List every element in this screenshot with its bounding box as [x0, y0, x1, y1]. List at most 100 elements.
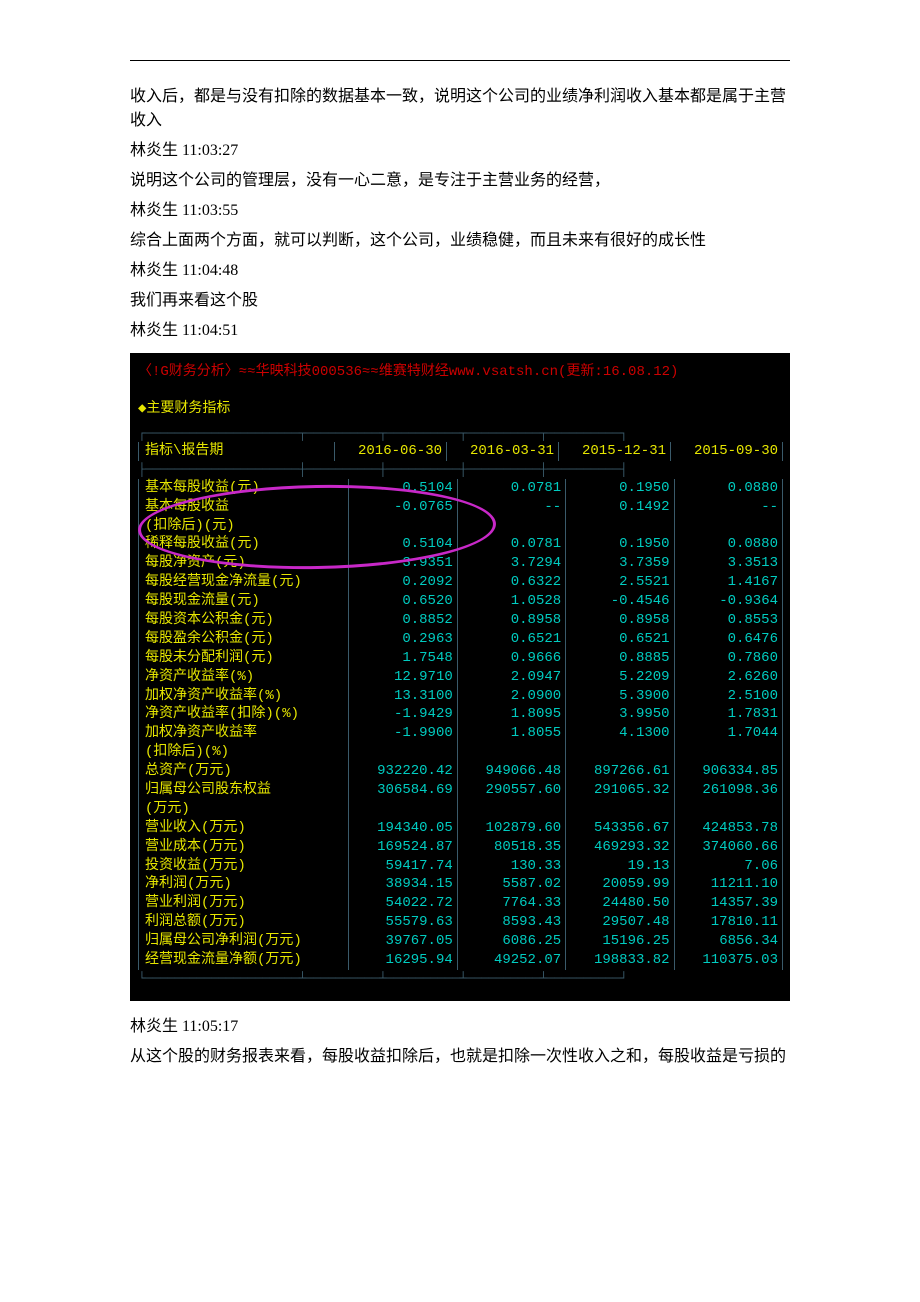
row-label: 总资产(万元) [139, 762, 349, 781]
header-label: 指标\报告期 [139, 442, 335, 461]
row-sub-label: (扣除后)(%) [139, 743, 349, 762]
table-divider: ├─────────────────────┼──────────┼──────… [138, 461, 782, 479]
chat-line: 林炎生 11:04:48 [130, 259, 790, 283]
row-label: 净利润(万元) [139, 875, 349, 894]
period-2: 2016-03-31 [447, 442, 559, 461]
table-row: 加权净资产收益率(%)13.31002.09005.39002.5100 [139, 687, 783, 706]
row-value: 39767.05 [349, 932, 457, 951]
row-value: 0.1950 [566, 479, 674, 498]
table-row: 投资收益(万元)59417.74130.3319.137.06 [139, 857, 783, 876]
row-value: 0.6322 [457, 573, 565, 592]
row-value: 29507.48 [566, 913, 674, 932]
period-4: 2015-09-30 [671, 442, 783, 461]
table-row: 利润总额(万元)55579.638593.4329507.4817810.11 [139, 913, 783, 932]
row-value-empty [457, 517, 565, 536]
row-value: 897266.61 [566, 762, 674, 781]
row-value: 1.8095 [457, 705, 565, 724]
row-value: 6086.25 [457, 932, 565, 951]
row-value: 59417.74 [349, 857, 457, 876]
row-value: 469293.32 [566, 838, 674, 857]
table-row: 净资产收益率(%)12.97102.09475.22092.6260 [139, 668, 783, 687]
table-row: 归属母公司净利润(万元)39767.056086.2515196.256856.… [139, 932, 783, 951]
row-label: 营业收入(万元) [139, 819, 349, 838]
table-row: 加权净资产收益率-1.99001.80554.13001.7044 [139, 724, 783, 743]
row-value: 290557.60 [457, 781, 565, 800]
row-value: 24480.50 [566, 894, 674, 913]
row-label: 营业成本(万元) [139, 838, 349, 857]
row-value: 6856.34 [674, 932, 782, 951]
row-value-empty [674, 800, 782, 819]
table-row: 基本每股收益(元)0.51040.07810.19500.0880 [139, 479, 783, 498]
row-label: 稀释每股收益(元) [139, 535, 349, 554]
row-label: 净资产收益率(扣除)(%) [139, 705, 349, 724]
row-value: 0.5104 [349, 535, 457, 554]
row-value: 16295.94 [349, 951, 457, 970]
table-row: 每股资本公积金(元)0.88520.89580.89580.8553 [139, 611, 783, 630]
chat-line: 从这个股的财务报表来看，每股收益扣除后，也就是扣除一次性收入之和，每股收益是亏损… [130, 1045, 790, 1069]
row-value: 54022.72 [349, 894, 457, 913]
row-value: 20059.99 [566, 875, 674, 894]
row-value: 0.6476 [674, 630, 782, 649]
row-value: 1.7831 [674, 705, 782, 724]
row-value: 4.1300 [566, 724, 674, 743]
table-row: 净资产收益率(扣除)(%)-1.94291.80953.99501.7831 [139, 705, 783, 724]
table-divider: └─────────────────────┴──────────┴──────… [138, 970, 782, 988]
horizontal-rule [130, 60, 790, 61]
row-label: 基本每股收益 [139, 498, 349, 517]
row-value: 291065.32 [566, 781, 674, 800]
row-label: 归属母公司净利润(万元) [139, 932, 349, 951]
row-value: 2.0947 [457, 668, 565, 687]
row-value: 2.6260 [674, 668, 782, 687]
row-value-empty [457, 743, 565, 762]
table-row-sub: (扣除后)(元) [139, 517, 783, 536]
row-label: 归属母公司股东权益 [139, 781, 349, 800]
chat-line: 林炎生 11:05:17 [130, 1015, 790, 1039]
row-value: 3.9351 [349, 554, 457, 573]
table-row: 每股经营现金净流量(元)0.20920.63222.55211.4167 [139, 573, 783, 592]
chat-line: 林炎生 11:04:51 [130, 319, 790, 343]
row-value: 0.1492 [566, 498, 674, 517]
row-value: 7764.33 [457, 894, 565, 913]
row-value: 5.3900 [566, 687, 674, 706]
row-value: 0.6521 [566, 630, 674, 649]
table-row: 营业收入(万元)194340.05102879.60543356.6742485… [139, 819, 783, 838]
row-value: 7.06 [674, 857, 782, 876]
row-value: 110375.03 [674, 951, 782, 970]
row-label: 净资产收益率(%) [139, 668, 349, 687]
row-value: 15196.25 [566, 932, 674, 951]
financial-terminal-panel: 〈!G财务分析〉≈≈华映科技000536≈≈维赛特财经www.vsatsh.cn… [130, 353, 790, 1001]
row-value: 0.8958 [566, 611, 674, 630]
row-value: 38934.15 [349, 875, 457, 894]
row-value: 374060.66 [674, 838, 782, 857]
row-value: 932220.42 [349, 762, 457, 781]
row-value: 0.8958 [457, 611, 565, 630]
row-value: 1.7548 [349, 649, 457, 668]
row-value: 169524.87 [349, 838, 457, 857]
row-value: 3.9950 [566, 705, 674, 724]
table-row: 基本每股收益-0.0765--0.1492-- [139, 498, 783, 517]
row-label: 利润总额(万元) [139, 913, 349, 932]
row-value-empty [349, 517, 457, 536]
row-label: 每股净资产(元) [139, 554, 349, 573]
row-label: 加权净资产收益率(%) [139, 687, 349, 706]
row-value: -0.9364 [674, 592, 782, 611]
row-value: 11211.10 [674, 875, 782, 894]
row-value: 17810.11 [674, 913, 782, 932]
table-row: 稀释每股收益(元)0.51040.07810.19500.0880 [139, 535, 783, 554]
table-row: 每股现金流量(元)0.65201.0528-0.4546-0.9364 [139, 592, 783, 611]
row-value: 0.0880 [674, 535, 782, 554]
table-row: 营业利润(万元)54022.727764.3324480.5014357.39 [139, 894, 783, 913]
row-label: 每股现金流量(元) [139, 592, 349, 611]
table-row: 每股净资产(元)3.93513.72943.73593.3513 [139, 554, 783, 573]
row-value-empty [457, 800, 565, 819]
row-value: -1.9900 [349, 724, 457, 743]
row-value: 0.5104 [349, 479, 457, 498]
row-value: -1.9429 [349, 705, 457, 724]
row-value: 2.0900 [457, 687, 565, 706]
row-value: 5587.02 [457, 875, 565, 894]
row-label: 每股资本公积金(元) [139, 611, 349, 630]
row-value: 198833.82 [566, 951, 674, 970]
row-value: 1.7044 [674, 724, 782, 743]
row-value: 0.8852 [349, 611, 457, 630]
row-value: 0.2092 [349, 573, 457, 592]
